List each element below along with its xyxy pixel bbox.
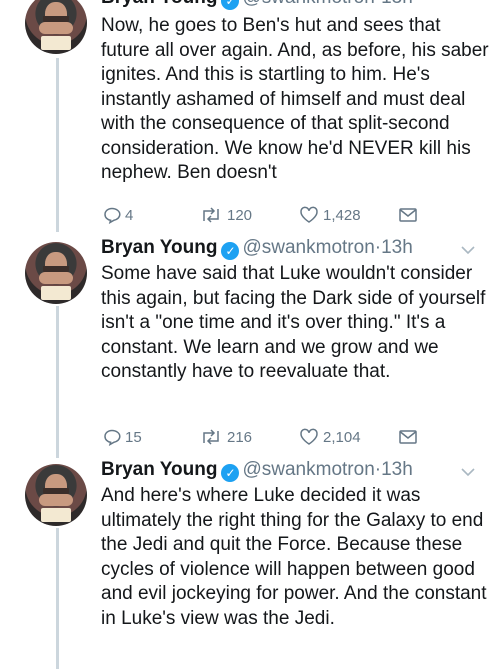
timestamp[interactable]: 13h: [381, 0, 413, 8]
tweet-actions: 15 216 2,104: [101, 425, 431, 449]
thread-connector: [56, 58, 59, 232]
thread-connector: [56, 306, 59, 458]
retweet-icon: [203, 429, 219, 445]
retweet-count: 120: [227, 206, 253, 224]
thread-connector: [56, 528, 59, 669]
retweet-button[interactable]: 120: [199, 203, 252, 227]
reply-icon: [104, 429, 121, 446]
tweet-actions: 4 120 1,428: [101, 203, 431, 227]
author-handle[interactable]: @swankmotron: [242, 0, 374, 8]
envelope-icon: [399, 208, 417, 222]
like-count: 2,104: [323, 428, 361, 446]
retweet-button[interactable]: 216: [199, 425, 252, 449]
tweet-text: Some have said that Luke wouldn't consid…: [101, 263, 486, 382]
avatar[interactable]: [25, 242, 87, 304]
timestamp[interactable]: 13h: [381, 237, 413, 258]
author-name[interactable]: Bryan Young: [101, 0, 217, 8]
verified-badge-icon: ✓: [221, 242, 240, 260]
tweet-header: Bryan Young✓@swankmotron·13h: [101, 236, 413, 260]
reply-count: 15: [125, 428, 142, 446]
chevron-down-icon[interactable]: [460, 242, 476, 258]
retweet-icon: [203, 207, 219, 223]
like-count: 1,428: [323, 206, 361, 224]
tweet-header: Bryan Young✓@swankmotron·13h: [101, 0, 413, 10]
tweet-text: And here's where Luke decided it was ult…: [101, 485, 487, 629]
tweet-header: Bryan Young✓@swankmotron·13h: [101, 458, 413, 482]
envelope-icon: [399, 430, 417, 444]
dm-button[interactable]: [398, 425, 418, 449]
chevron-down-icon[interactable]: [460, 464, 476, 480]
like-button[interactable]: 1,428: [299, 203, 361, 227]
author-name[interactable]: Bryan Young: [101, 237, 217, 258]
heart-icon: [300, 206, 318, 223]
heart-icon: [300, 428, 318, 445]
reply-button[interactable]: 4: [103, 203, 133, 227]
verified-badge-icon: ✓: [221, 464, 240, 482]
author-name[interactable]: Bryan Young: [101, 459, 217, 480]
retweet-count: 216: [227, 428, 253, 446]
tweet-text: Now, he goes to Ben's hut and sees that …: [101, 15, 489, 183]
reply-count: 4: [125, 206, 134, 224]
author-handle[interactable]: @swankmotron: [242, 237, 374, 258]
dm-button[interactable]: [398, 203, 418, 227]
tweet-2[interactable]: Bryan Young ✓ @swankmotron·13h Some have s…: [0, 236, 500, 458]
like-button[interactable]: 2,104: [299, 425, 361, 449]
tweet-1[interactable]: Bryan Young✓@swankmotron·13h Now, he goe…: [0, 0, 500, 232]
author-handle[interactable]: @swankmotron: [242, 459, 374, 480]
avatar[interactable]: [25, 0, 87, 54]
timestamp[interactable]: 13h: [381, 459, 413, 480]
reply-button[interactable]: 15: [103, 425, 142, 449]
tweet-3[interactable]: Bryan Young ✓ @swankmotron·13h And here's …: [0, 458, 500, 669]
avatar[interactable]: [25, 464, 87, 526]
verified-badge-icon: ✓: [221, 0, 240, 10]
reply-icon: [104, 207, 121, 224]
